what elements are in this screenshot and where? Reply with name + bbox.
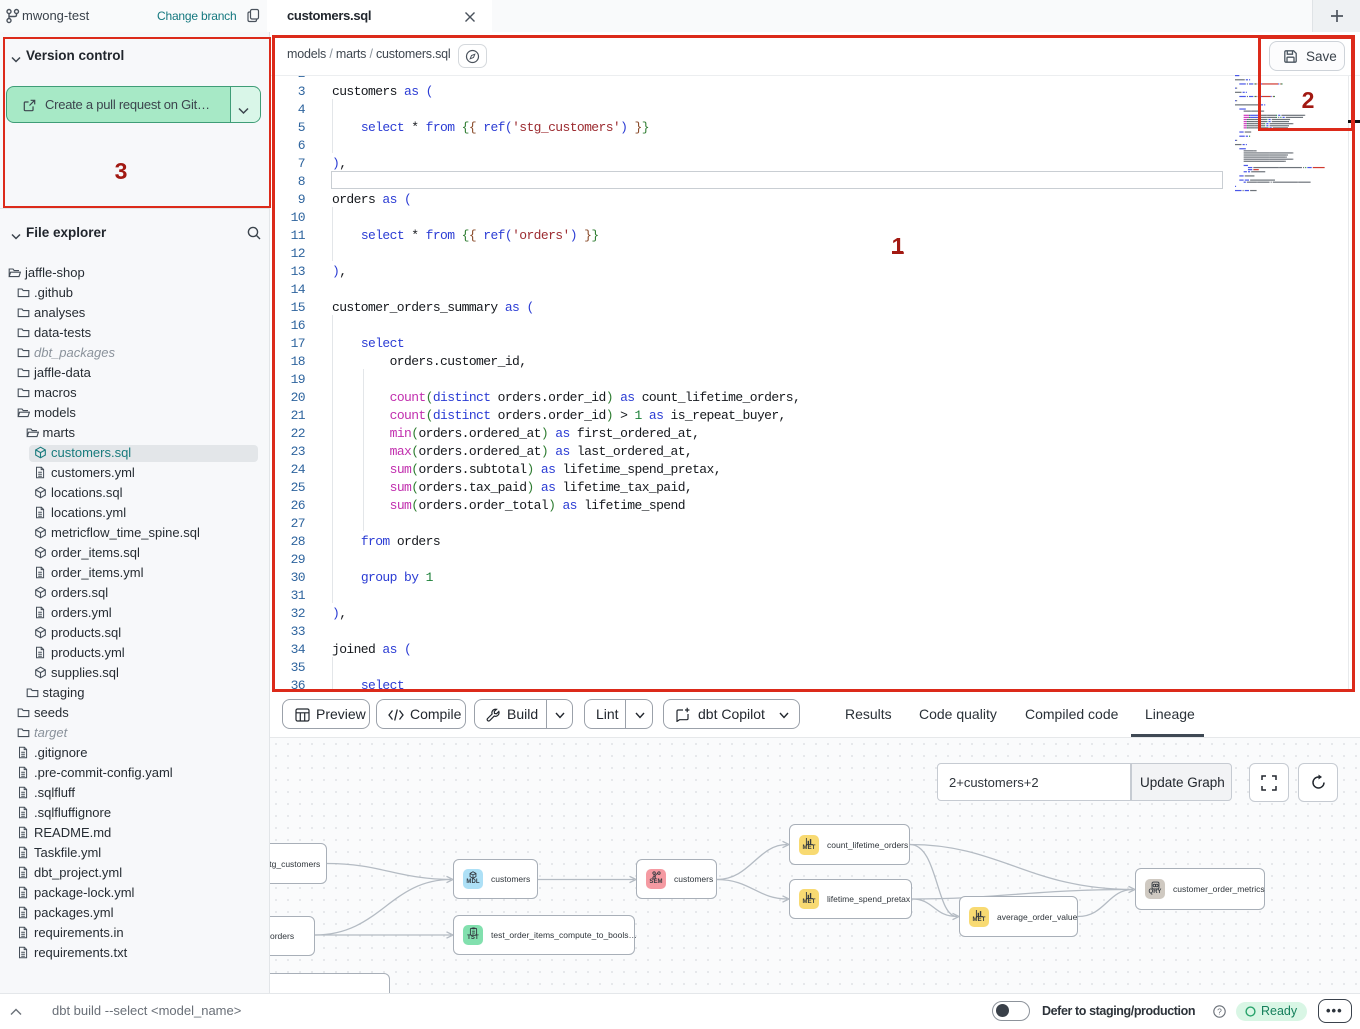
svg-text:?: ?	[1217, 1006, 1222, 1016]
